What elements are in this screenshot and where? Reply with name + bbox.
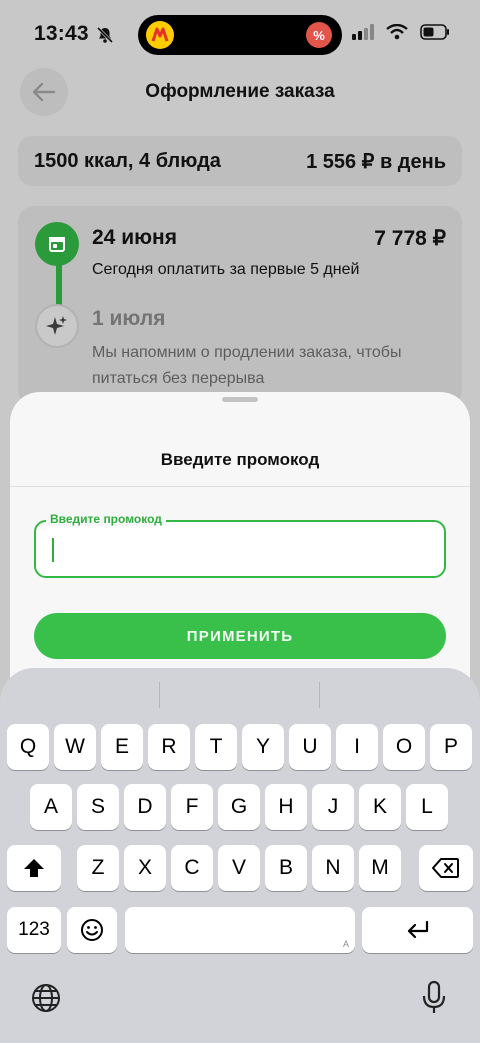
key-q[interactable]: Q (7, 724, 49, 770)
numbers-key[interactable]: 123 (7, 907, 61, 953)
apply-button[interactable]: ПРИМЕНИТЬ (34, 613, 446, 659)
key-m[interactable]: M (359, 845, 401, 891)
key-b[interactable]: B (265, 845, 307, 891)
price-per-day: 1 556 ₽ в день (306, 150, 446, 173)
backspace-key[interactable] (419, 845, 473, 891)
text-caret (52, 538, 54, 562)
keyboard: Q W E R T Y U I O P A S D F G H J K L Z … (0, 668, 480, 1043)
key-e[interactable]: E (101, 724, 143, 770)
plan-summary: 1500 ккал, 4 блюда 1 556 ₽ в день (18, 136, 462, 186)
status-time: 13:43 (34, 22, 89, 45)
calendar-icon (35, 222, 79, 266)
top-bar: Оформление заказа (0, 68, 480, 116)
page-title: Оформление заказа (145, 81, 335, 102)
key-t[interactable]: T (195, 724, 237, 770)
key-l[interactable]: L (406, 784, 448, 830)
renewal-note: Мы напомним о продлении заказа, чтобы пи… (92, 344, 402, 387)
key-w[interactable]: W (54, 724, 96, 770)
key-g[interactable]: G (218, 784, 260, 830)
key-c[interactable]: C (171, 845, 213, 891)
key-k[interactable]: K (359, 784, 401, 830)
key-n[interactable]: N (312, 845, 354, 891)
key-x[interactable]: X (124, 845, 166, 891)
first-payment-note: Сегодня оплатить за первые 5 дней (92, 261, 360, 278)
divider (10, 486, 470, 487)
key-j[interactable]: J (312, 784, 354, 830)
bell-muted-icon (96, 26, 114, 49)
sparkles-icon (35, 304, 79, 348)
sheet-title: Введите промокод (160, 450, 320, 469)
key-p[interactable]: P (430, 724, 472, 770)
key-r[interactable]: R (148, 724, 190, 770)
key-h[interactable]: H (265, 784, 307, 830)
key-s[interactable]: S (77, 784, 119, 830)
microphone-icon[interactable] (420, 980, 448, 1021)
market-logo-icon (146, 21, 174, 49)
key-z[interactable]: Z (77, 845, 119, 891)
key-o[interactable]: O (383, 724, 425, 770)
return-key[interactable] (362, 907, 473, 953)
key-y[interactable]: Y (242, 724, 284, 770)
dynamic-island: % (138, 15, 342, 55)
emoji-key[interactable] (67, 907, 117, 953)
battery-icon (420, 24, 450, 45)
emoji-icon (81, 919, 103, 941)
globe-icon[interactable] (30, 982, 62, 1019)
space-language-hint: A (342, 939, 349, 949)
shift-icon (24, 859, 44, 877)
signal-icon (352, 24, 374, 45)
key-d[interactable]: D (124, 784, 166, 830)
discount-icon: % (306, 22, 332, 48)
first-payment-date: 24 июня (92, 226, 177, 249)
key-u[interactable]: U (289, 724, 331, 770)
backspace-icon (432, 858, 459, 878)
key-f[interactable]: F (171, 784, 213, 830)
promo-code-label: Введите промокод (46, 512, 166, 526)
plan-name: 1500 ккал, 4 блюда (34, 149, 221, 172)
wifi-icon (386, 23, 408, 45)
key-a[interactable]: A (30, 784, 72, 830)
space-key[interactable]: A (125, 907, 355, 953)
status-indicators (352, 23, 450, 45)
shift-key[interactable] (7, 845, 61, 891)
key-i[interactable]: I (336, 724, 378, 770)
sheet-handle[interactable] (222, 397, 258, 402)
suggestion-divider (159, 682, 160, 708)
key-v[interactable]: V (218, 845, 260, 891)
first-payment-amount: 7 778 ₽ (374, 227, 446, 250)
promo-code-input[interactable] (34, 520, 446, 578)
renewal-date: 1 июля (92, 307, 166, 330)
suggestion-divider (319, 682, 320, 708)
payment-schedule: 24 июня 7 778 ₽ Сегодня оплатить за перв… (18, 206, 462, 406)
return-icon (407, 920, 428, 939)
status-bar: 13:43 % (0, 0, 480, 70)
